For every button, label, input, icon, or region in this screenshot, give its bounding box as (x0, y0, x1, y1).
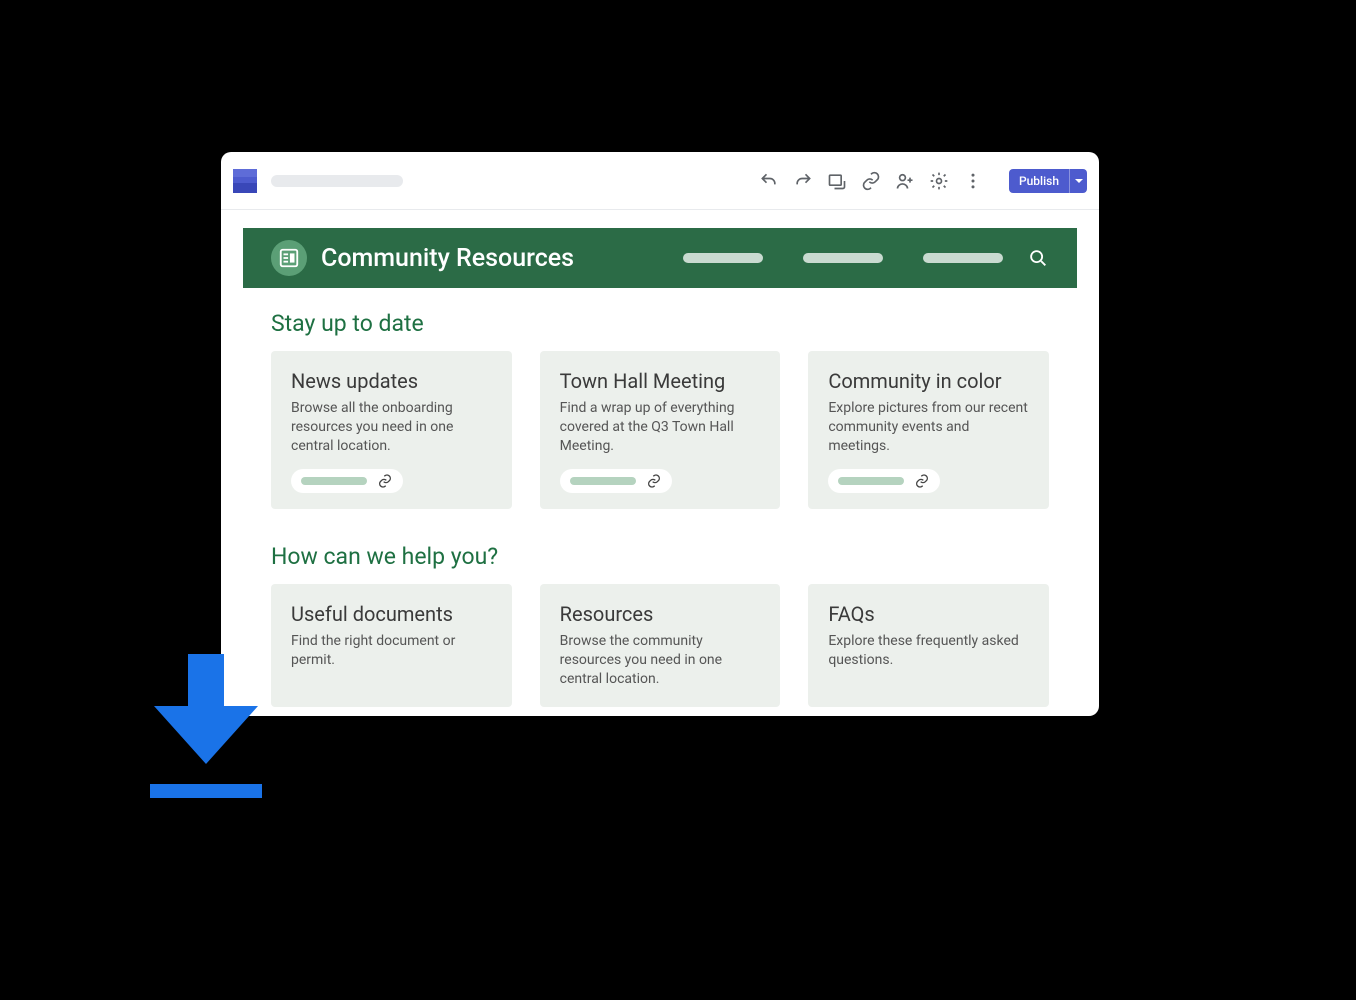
toolbar: Publish (759, 169, 1087, 193)
card-link-chip[interactable] (291, 469, 403, 493)
card-news-updates[interactable]: News updates Browse all the onboarding r… (271, 351, 512, 509)
section-title-2[interactable]: How can we help you? (271, 543, 1049, 570)
sites-app-icon[interactable] (233, 169, 257, 193)
undo-icon[interactable] (759, 171, 779, 191)
card-title: Town Hall Meeting (560, 369, 761, 393)
download-arrow-icon (150, 654, 262, 798)
link-icon (914, 473, 930, 489)
app-window: Publish Community Resources Stay up to d… (221, 152, 1099, 716)
card-town-hall[interactable]: Town Hall Meeting Find a wrap up of ever… (540, 351, 781, 509)
card-title: FAQs (828, 602, 1029, 626)
nav-item-2[interactable] (803, 253, 883, 263)
card-desc: Browse the community resources you need … (560, 632, 761, 689)
site-header: Community Resources (243, 228, 1077, 288)
search-icon[interactable] (1027, 247, 1049, 269)
share-icon[interactable] (895, 171, 915, 191)
app-bar: Publish (221, 152, 1099, 210)
publish-dropdown[interactable] (1069, 169, 1087, 193)
more-icon[interactable] (963, 171, 983, 191)
card-link-chip[interactable] (560, 469, 672, 493)
doc-title-input[interactable] (271, 175, 403, 187)
redo-icon[interactable] (793, 171, 813, 191)
card-row-2: Useful documents Find the right document… (271, 584, 1049, 707)
publish-split-button: Publish (1009, 169, 1087, 193)
card-link-chip[interactable] (828, 469, 940, 493)
section-title-1[interactable]: Stay up to date (271, 310, 1049, 337)
publish-button[interactable]: Publish (1009, 169, 1069, 193)
chip-text-placeholder (838, 477, 904, 485)
card-desc: Find the right document or permit. (291, 632, 492, 670)
link-icon[interactable] (861, 171, 881, 191)
card-title: Useful documents (291, 602, 492, 626)
site-title[interactable]: Community Resources (321, 244, 574, 273)
chip-text-placeholder (570, 477, 636, 485)
link-icon (646, 473, 662, 489)
settings-icon[interactable] (929, 171, 949, 191)
link-icon (377, 473, 393, 489)
preview-icon[interactable] (827, 171, 847, 191)
card-resources[interactable]: Resources Browse the community resources… (540, 584, 781, 707)
nav-item-1[interactable] (683, 253, 763, 263)
card-faqs[interactable]: FAQs Explore these frequently asked ques… (808, 584, 1049, 707)
card-row-1: News updates Browse all the onboarding r… (271, 351, 1049, 509)
card-desc: Find a wrap up of everything covered at … (560, 399, 761, 456)
card-title: News updates (291, 369, 492, 393)
nav-item-3[interactable] (923, 253, 1003, 263)
card-community-color[interactable]: Community in color Explore pictures from… (808, 351, 1049, 509)
card-desc: Browse all the onboarding resources you … (291, 399, 492, 456)
card-title: Resources (560, 602, 761, 626)
card-title: Community in color (828, 369, 1029, 393)
chip-text-placeholder (301, 477, 367, 485)
card-desc: Explore pictures from our recent communi… (828, 399, 1029, 456)
card-desc: Explore these frequently asked questions… (828, 632, 1029, 670)
site-canvas: Community Resources Stay up to date News… (243, 228, 1077, 716)
site-content: Stay up to date News updates Browse all … (243, 288, 1077, 707)
site-logo-icon (271, 240, 307, 276)
card-useful-documents[interactable]: Useful documents Find the right document… (271, 584, 512, 707)
